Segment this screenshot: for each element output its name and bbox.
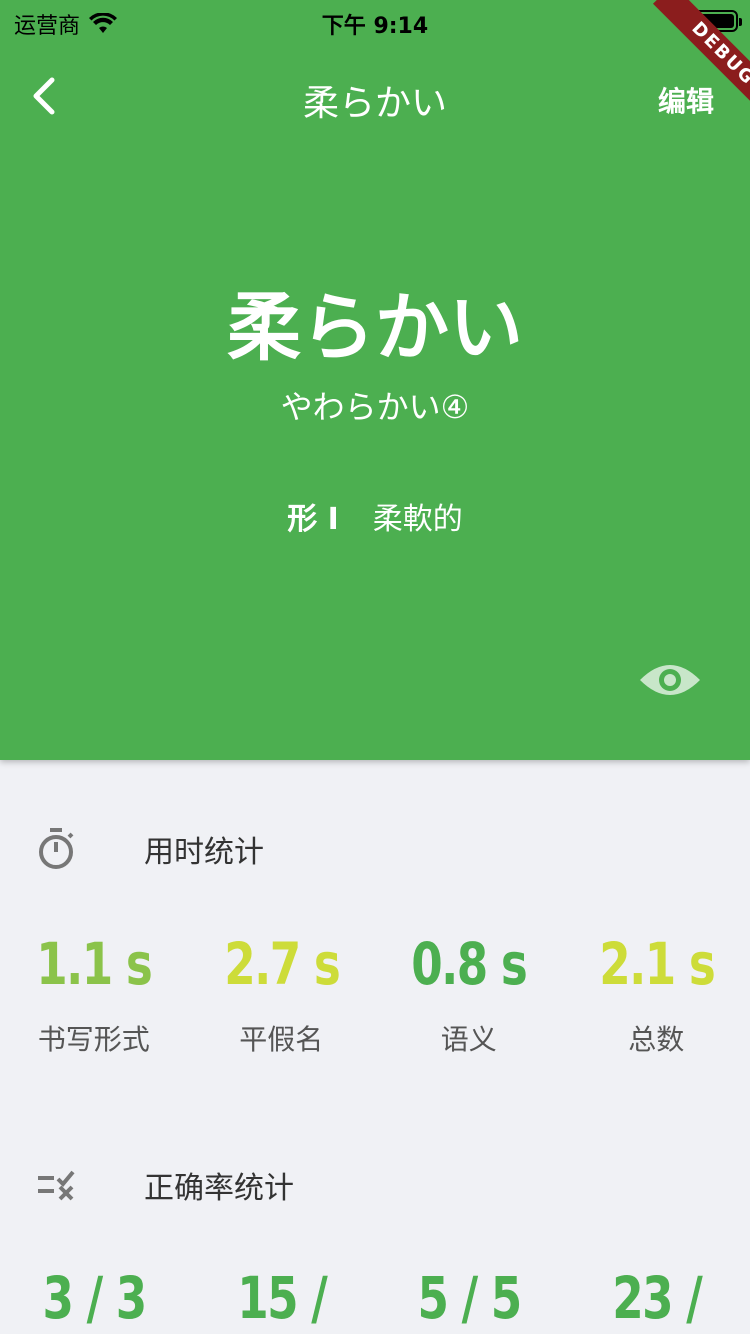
part-of-speech: 形 I	[287, 502, 339, 537]
stat-total: 2.1 s 总数	[563, 930, 750, 1058]
word-meaning: 柔軟的	[372, 502, 463, 537]
nav-bar: 柔らかい 编辑	[0, 60, 750, 136]
stat-writing: 1.1 s 书写形式	[0, 930, 188, 1058]
stat-value: 5 / 5	[417, 1264, 522, 1332]
stat-label: 语义	[440, 1023, 497, 1056]
stat-label: 书写形式	[37, 1023, 150, 1056]
time-stats-row: 1.1 s 书写形式 2.7 s 平假名 0.8 s 语义 2.1 s 总数	[0, 930, 750, 1058]
eye-icon[interactable]	[638, 656, 702, 704]
edit-button[interactable]: 编辑	[658, 80, 714, 120]
stat-value: 3 / 3	[42, 1264, 147, 1332]
stat-hiragana: 2.7 s 平假名	[188, 930, 376, 1058]
word-reading: やわらかい④	[280, 388, 470, 426]
accuracy-stats-title: 正确率统计	[144, 1171, 294, 1206]
stat-value: 1.1 s	[36, 930, 153, 998]
stat-value: 15 / 15	[236, 1264, 328, 1334]
stat-value: 23 / 23	[611, 1264, 703, 1334]
word-kanji: 柔らかい	[227, 285, 523, 371]
stat-value: 0.8 s	[411, 930, 528, 998]
accuracy-stats-row: 3 / 3 15 / 15 5 / 5 23 / 23	[0, 1264, 750, 1334]
stat-label: 总数	[628, 1023, 685, 1056]
nav-title: 柔らかい	[302, 83, 447, 124]
stat-value: 2.1 s	[598, 930, 716, 998]
check-list-icon	[38, 1170, 75, 1201]
accuracy-hiragana: 15 / 15	[188, 1264, 376, 1334]
word-card-header: 运营商 下午 9:14 DEBUG 柔らかい 编辑 柔らかい やわらかい④ 形 …	[0, 0, 750, 760]
time-stats-title: 用时统计	[144, 835, 264, 870]
stat-meaning: 0.8 s 语义	[375, 930, 563, 1058]
accuracy-meaning: 5 / 5	[375, 1264, 563, 1334]
accuracy-writing: 3 / 3	[0, 1264, 188, 1334]
stat-value: 2.7 s	[223, 930, 341, 998]
accuracy-total: 23 / 23	[563, 1264, 750, 1334]
stopwatch-icon	[39, 828, 74, 869]
time-stats-header: 用时统计	[36, 824, 736, 874]
accuracy-stats-header: 正确率统计	[36, 1160, 736, 1210]
word-meaning-line: 形 I 柔軟的	[0, 494, 750, 538]
stat-label: 平假名	[239, 1023, 324, 1056]
